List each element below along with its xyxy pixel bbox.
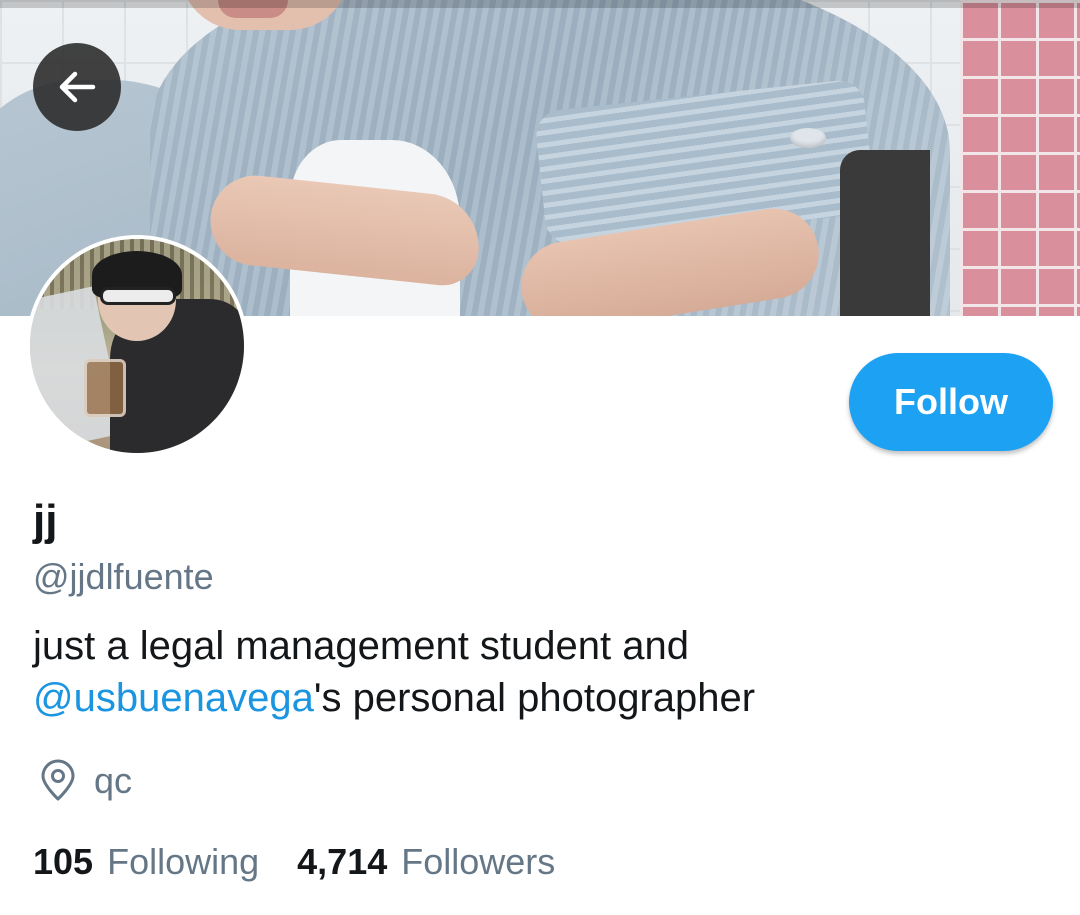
followers-count: 4,714 [297, 841, 388, 882]
profile-bio: just a legal management student and @usb… [33, 620, 1043, 724]
following-link[interactable]: 105 Following [33, 838, 259, 886]
followers-label: Followers [401, 841, 556, 882]
username-handle: @jjdlfuente [33, 556, 214, 597]
banner-top-shade [0, 0, 1080, 8]
profile-location: qc [36, 757, 132, 805]
following-label: Following [107, 841, 260, 882]
banner-dark-object [840, 150, 930, 316]
map-pin-icon [41, 759, 75, 801]
bio-text-line2: 's personal photographer [313, 676, 756, 720]
following-count: 105 [33, 841, 94, 882]
avatar-sunglasses [100, 287, 176, 305]
avatar-cup [84, 359, 126, 417]
follow-button[interactable]: Follow [849, 353, 1053, 451]
banner-pink-tiles [960, 0, 1080, 316]
display-name: jj [33, 496, 58, 545]
follow-stats: 105 Following 4,714 Followers [33, 838, 593, 886]
bio-text-line1: just a legal management student and [33, 624, 689, 668]
bio-mention-link[interactable]: @usbuenavega [33, 676, 314, 720]
arrow-left-icon [59, 71, 96, 103]
profile-avatar[interactable] [26, 235, 248, 457]
location-text: qc [94, 760, 133, 801]
banner-shirt-button [790, 128, 826, 148]
back-button[interactable] [33, 43, 121, 131]
followers-link[interactable]: 4,714 Followers [297, 838, 555, 886]
